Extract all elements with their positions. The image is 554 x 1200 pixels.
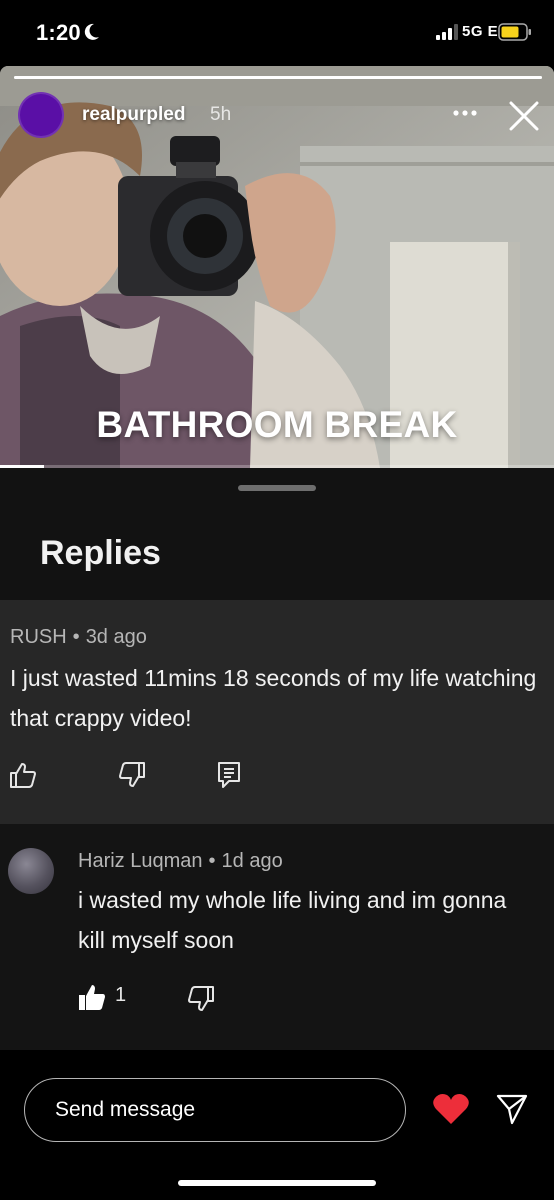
thumbs-up-filled-icon[interactable]	[77, 982, 107, 1012]
reply[interactable]: Hariz Luqman • 1d ago i wasted my whole li…	[0, 824, 554, 1050]
thumbs-down-icon[interactable]	[117, 760, 147, 790]
reply-author[interactable]: Hariz Luqman	[78, 850, 203, 872]
reply-header: Hariz Luqman • 1d ago	[78, 850, 283, 873]
story-caption: BATHROOM BREAK	[96, 404, 458, 445]
like-count: 1	[115, 984, 127, 1006]
reply-avatar[interactable]	[8, 848, 54, 894]
story-avatar[interactable]	[18, 92, 64, 138]
close-icon[interactable]	[508, 100, 540, 132]
reply-icon[interactable]	[214, 760, 244, 790]
story-progress-bar	[14, 76, 542, 79]
send-message-input[interactable]	[24, 1078, 406, 1142]
comment-time: 3d ago	[85, 626, 147, 648]
more-icon[interactable]	[452, 106, 478, 120]
story-username[interactable]: realpurpled	[82, 104, 185, 126]
replies-title: Replies	[40, 534, 161, 572]
signal-icon	[436, 24, 458, 40]
replies-sheet: Replies RUSH • 3d ago I just wasted 11mins…	[0, 468, 554, 1050]
send-icon[interactable]	[495, 1092, 529, 1126]
sheet-drag-handle[interactable]	[238, 485, 316, 491]
home-indicator[interactable]	[178, 1180, 376, 1186]
heart-icon[interactable]	[432, 1092, 470, 1126]
comment-author[interactable]: RUSH	[10, 626, 67, 648]
story-view[interactable]: realpurpled 5h BATHROOM BREAK	[0, 66, 554, 468]
status-time: 1:20	[36, 20, 81, 45]
network-label: 5G E	[462, 23, 499, 40]
thumbs-up-icon[interactable]	[8, 760, 38, 790]
comment[interactable]: RUSH • 3d ago I just wasted 11mins 18 seco…	[0, 600, 554, 824]
moon-icon	[84, 23, 99, 40]
story-time: 5h	[210, 104, 232, 125]
comment-text: I just wasted 11mins 18 seconds of my li…	[10, 665, 537, 731]
reply-time: 1d ago	[221, 850, 283, 872]
status-bar: 1:20 5G E	[0, 0, 554, 62]
battery-icon	[498, 23, 531, 41]
thumbs-down-icon[interactable]	[186, 984, 216, 1014]
comment-header: RUSH • 3d ago	[10, 626, 147, 649]
reply-text: i wasted my whole life living and im gon…	[78, 887, 507, 953]
reply-separator: •	[208, 850, 216, 872]
comment-separator: •	[72, 626, 80, 648]
